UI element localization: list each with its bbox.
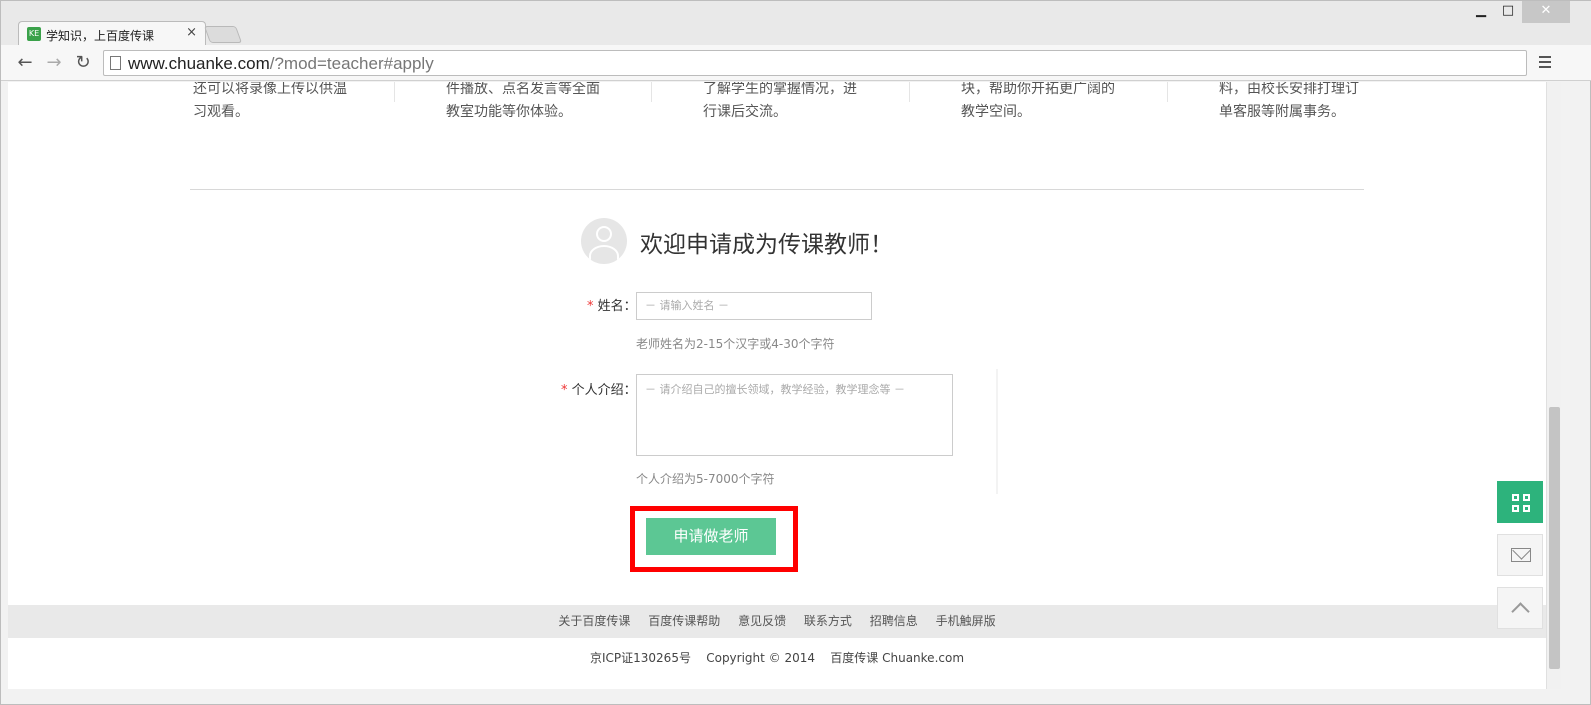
intro-textarea[interactable]: － 请介绍自己的擅长领域，教学经验，教学理念等 －	[636, 374, 953, 456]
teacher-avatar-icon	[581, 218, 627, 264]
url-text[interactable]: www.chuanke.com/?mod=teacher#apply	[128, 54, 434, 74]
qr-code-button[interactable]	[1497, 481, 1543, 523]
feature-line: 教学空间。	[961, 104, 1031, 120]
browser-tab[interactable]: KE 学知识，上百度传课 ×	[18, 21, 206, 45]
tab-close-icon[interactable]: ×	[186, 25, 197, 40]
footer-copyright: 京ICP证130265号 Copyright © 2014 百度传课 Chuan…	[8, 649, 1546, 666]
name-input[interactable]: － 请输入姓名 －	[636, 292, 872, 320]
browser-toolbar: ← → ↻ www.chuanke.com/?mod=teacher#apply	[1, 45, 1591, 81]
intro-label: * 个人介绍：	[561, 379, 637, 398]
new-tab-button[interactable]	[203, 26, 243, 43]
mail-icon	[1511, 548, 1531, 562]
footer-link-jobs[interactable]: 招聘信息	[870, 614, 918, 628]
back-to-top-button[interactable]	[1497, 587, 1543, 629]
feature-line: 块，帮助你开拓更广阔的	[961, 82, 1115, 97]
site-favicon-icon: KE	[27, 27, 41, 41]
intro-hint: 个人介绍为5-7000个字符	[636, 472, 775, 486]
intro-label-text: 个人介绍：	[571, 383, 637, 398]
scrollbar-thumb[interactable]	[1549, 407, 1560, 669]
url-path: /?mod=teacher#apply	[269, 54, 434, 73]
footer-link-mobile[interactable]: 手机触屏版	[936, 614, 996, 628]
feature-text-3: 了解学生的掌握情况，进 行课后交流。	[703, 82, 857, 124]
faint-divider	[996, 369, 998, 494]
feature-line: 料，由校长安排打理订	[1219, 82, 1359, 97]
brand-text: 百度传课 Chuanke.com	[830, 651, 965, 665]
footer-links: 关于百度传课 百度传课帮助 意见反馈 联系方式 招聘信息 手机触屏版	[8, 605, 1546, 638]
reload-icon[interactable]: ↻	[72, 52, 94, 74]
copyright-text: Copyright © 2014	[706, 651, 816, 665]
back-arrow-icon[interactable]: ←	[14, 52, 36, 74]
feature-line: 行课后交流。	[703, 104, 787, 120]
footer-link-help[interactable]: 百度传课帮助	[648, 614, 720, 628]
icp-license: 京ICP证130265号	[589, 651, 691, 665]
feature-line: 件播放、点名发言等全面	[446, 82, 600, 97]
footer-link-feedback[interactable]: 意见反馈	[738, 614, 786, 628]
feature-line: 习观看。	[193, 104, 249, 120]
feature-line: 单客服等附属事务。	[1219, 104, 1345, 120]
form-title: 欢迎申请成为传课教师！	[640, 232, 893, 258]
url-host: www.chuanke.com	[128, 54, 270, 73]
close-window-button[interactable]: ✕	[1522, 1, 1570, 23]
name-label-text: 姓名：	[597, 299, 637, 314]
feature-divider	[1167, 82, 1168, 102]
page-icon	[110, 56, 121, 70]
feature-line: 教室功能等你体验。	[446, 104, 572, 120]
name-hint: 老师姓名为2-15个汉字或4-30个字符	[636, 337, 835, 351]
chevron-up-icon	[1511, 602, 1530, 621]
qr-code-icon	[1512, 494, 1530, 512]
browser-window: KE 学知识，上百度传课 × ▁ □ ✕ ← → ↻ www.chuanke.c…	[0, 0, 1591, 705]
tab-title: 学知识，上百度传课	[46, 29, 155, 43]
required-mark: *	[561, 383, 568, 398]
feature-divider	[909, 82, 910, 102]
feature-text-5: 料，由校长安排打理订 单客服等附属事务。	[1219, 82, 1359, 124]
feature-text-4: 块，帮助你开拓更广阔的 教学空间。	[961, 82, 1115, 124]
feature-line: 还可以将录像上传以供温	[193, 82, 347, 97]
feature-descriptions: 还可以将录像上传以供温 习观看。 件播放、点名发言等全面 教室功能等你体验。 了…	[8, 82, 1546, 132]
forward-arrow-icon[interactable]: →	[43, 52, 65, 74]
page-viewport: 还可以将录像上传以供温 习观看。 件播放、点名发言等全面 教室功能等你体验。 了…	[8, 82, 1546, 689]
minimize-button[interactable]: ▁	[1471, 1, 1491, 23]
address-bar[interactable]: www.chuanke.com/?mod=teacher#apply	[103, 50, 1527, 76]
feature-divider	[651, 82, 652, 102]
feature-line: 了解学生的掌握情况，进	[703, 82, 857, 97]
name-label: * 姓名：	[587, 295, 637, 314]
footer-link-about[interactable]: 关于百度传课	[558, 614, 630, 628]
footer-link-contact[interactable]: 联系方式	[804, 614, 852, 628]
tab-strip: KE 学知识，上百度传课 × ▁ □ ✕	[1, 1, 1591, 45]
feature-text-2: 件播放、点名发言等全面 教室功能等你体验。	[446, 82, 600, 124]
apply-teacher-button[interactable]: 申请做老师	[646, 518, 776, 555]
vertical-scrollbar[interactable]	[1546, 82, 1561, 689]
browser-menu-icon[interactable]	[1535, 53, 1555, 73]
required-mark: *	[587, 299, 594, 314]
feedback-mail-button[interactable]	[1497, 534, 1543, 576]
feature-divider	[394, 82, 395, 102]
section-divider	[190, 189, 1364, 190]
feature-text-1: 还可以将录像上传以供温 习观看。	[193, 82, 347, 124]
maximize-button[interactable]: □	[1498, 1, 1518, 23]
